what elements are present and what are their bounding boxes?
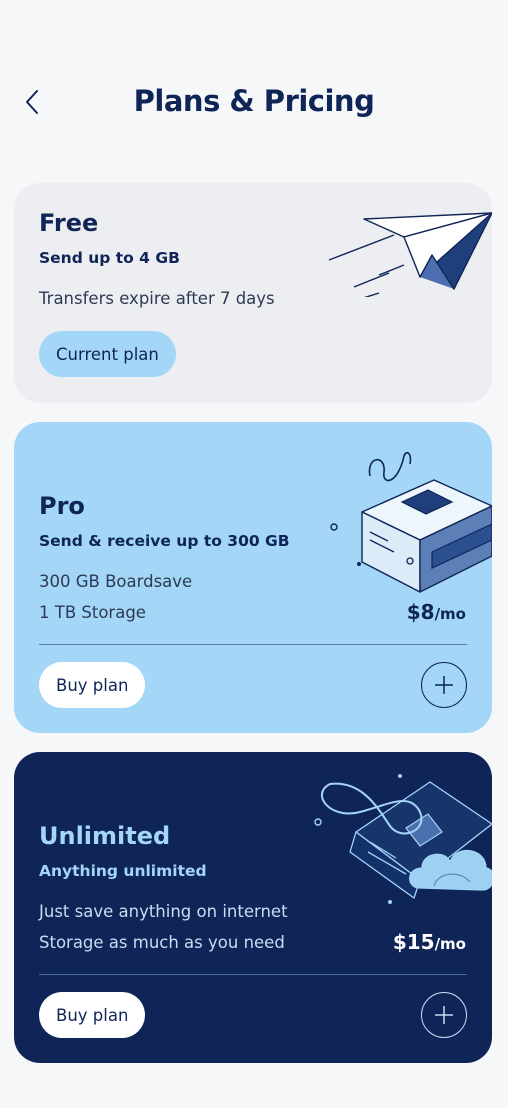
plan-name: Free: [39, 209, 99, 237]
plan-subtitle: Send & receive up to 300 GB: [39, 532, 290, 550]
cloud-storage-illustration: [314, 774, 492, 904]
plan-feature: 1 TB Storage: [39, 603, 146, 622]
plan-card-free: Free Send up to 4 GB Transfers expire af…: [14, 183, 492, 403]
plan-feature: Transfers expire after 7 days: [39, 289, 275, 308]
header: Plans & Pricing: [0, 70, 508, 134]
expand-plan-button[interactable]: [421, 662, 467, 708]
divider: [39, 644, 467, 645]
plan-name: Pro: [39, 492, 85, 520]
plan-price: $15/mo: [393, 930, 466, 954]
price-unit: /mo: [434, 935, 466, 953]
plans-screen: Plans & Pricing Free Send up to 4 GB Tra…: [0, 0, 508, 1108]
plan-feature: Just save anything on internet: [39, 902, 288, 921]
plan-name: Unlimited: [39, 822, 171, 850]
plan-subtitle: Send up to 4 GB: [39, 249, 180, 267]
price-amount: $8: [406, 600, 435, 624]
buy-plan-button-label: Buy plan: [56, 675, 129, 695]
storage-box-illustration: [330, 451, 492, 593]
plan-price: $8/mo: [407, 600, 466, 624]
price-amount: $15: [392, 930, 435, 954]
plan-card-pro: Pro Send & receive up to 300 GB 300 GB B…: [14, 422, 492, 733]
plan-card-unlimited: Unlimited Anything unlimited Just save a…: [14, 752, 492, 1063]
paper-plane-illustration: [328, 212, 492, 297]
page-title: Plans & Pricing: [133, 84, 375, 118]
price-unit: /mo: [434, 605, 466, 623]
current-plan-button-label: Current plan: [56, 344, 159, 364]
plus-icon: [435, 676, 453, 694]
plan-feature: 300 GB Boardsave: [39, 572, 193, 591]
buy-plan-button[interactable]: Buy plan: [39, 662, 146, 708]
plan-subtitle: Anything unlimited: [39, 862, 207, 880]
buy-plan-button[interactable]: Buy plan: [39, 992, 146, 1038]
current-plan-button[interactable]: Current plan: [39, 331, 176, 377]
divider: [39, 974, 467, 975]
plan-feature: Storage as much as you need: [39, 933, 285, 952]
expand-plan-button[interactable]: [421, 992, 467, 1038]
buy-plan-button-label: Buy plan: [56, 1005, 129, 1025]
plus-icon: [435, 1006, 453, 1024]
